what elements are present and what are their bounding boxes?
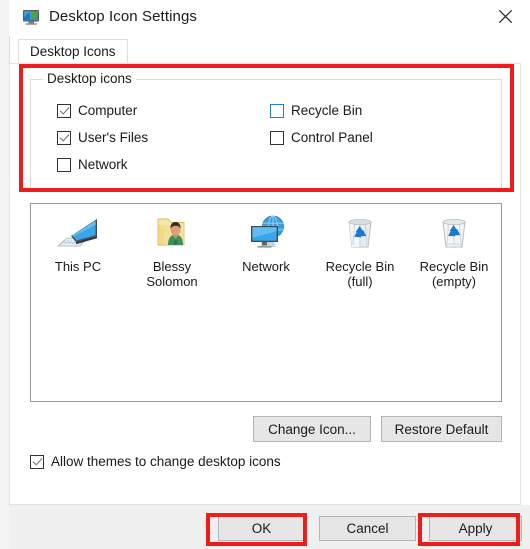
computer-label: Computer (78, 103, 138, 118)
preview-label-network: Network (242, 259, 290, 274)
title-bar: Desktop Icon Settings (9, 0, 530, 36)
preview-item-this-pc[interactable]: This PC (31, 210, 125, 289)
preview-item-recycle-bin-full[interactable]: Recycle Bin (full) (313, 210, 407, 289)
recycle-bin-full-icon (336, 210, 384, 256)
preview-label-recycle-bin-full: Recycle Bin (full) (325, 259, 395, 289)
close-icon[interactable] (483, 0, 527, 32)
tab-strip: Desktop Icons (9, 36, 530, 65)
network-label: Network (78, 157, 128, 172)
icon-preview-panel[interactable]: This PC Blessy Solomon Network Recycle B… (30, 203, 502, 402)
preview-item-user-folder[interactable]: Blessy Solomon (125, 210, 219, 289)
dialog-footer: OK Cancel Apply (9, 505, 530, 549)
preview-label-user-folder: Blessy Solomon (146, 259, 198, 289)
allow-themes-checkbox[interactable] (30, 454, 44, 469)
desktop-icons-groupbox: Desktop icons Computer User's Files Netw… (30, 71, 502, 189)
network-icon (242, 210, 290, 256)
computer-checkbox[interactable] (57, 103, 71, 118)
preview-item-recycle-bin-empty[interactable]: Recycle Bin (empty) (407, 210, 501, 289)
preview-label-this-pc: This PC (54, 259, 102, 274)
recycle-bin-checkbox[interactable] (270, 103, 284, 118)
window-title: Desktop Icon Settings (49, 8, 198, 25)
icon-preview-list: This PC Blessy Solomon Network Recycle B… (31, 210, 503, 289)
allow-themes-checkbox-row[interactable]: Allow themes to change desktop icons (30, 454, 281, 469)
preview-label-recycle-bin-empty: Recycle Bin (empty) (419, 259, 489, 289)
checkbox-row-recycle-bin[interactable]: Recycle Bin (270, 103, 362, 118)
users-files-checkbox[interactable] (57, 130, 71, 145)
desktop-icon-settings-dialog: Desktop Icon Settings Desktop Icons Desk… (0, 0, 530, 549)
ok-button[interactable]: OK (218, 516, 305, 541)
change-icon-button[interactable]: Change Icon... (253, 416, 371, 442)
network-checkbox[interactable] (57, 157, 71, 172)
tab-desktop-icons[interactable]: Desktop Icons (18, 39, 128, 65)
recycle-bin-empty-icon (430, 210, 478, 256)
user-folder-icon (148, 210, 196, 256)
cancel-button[interactable]: Cancel (319, 516, 416, 541)
groupbox-legend: Desktop icons (43, 71, 136, 86)
checkbox-row-network[interactable]: Network (57, 157, 128, 172)
recycle-bin-label: Recycle Bin (291, 103, 363, 118)
users-files-label: User's Files (78, 130, 149, 145)
apply-button[interactable]: Apply (429, 516, 522, 541)
this-pc-icon (54, 210, 102, 256)
checkbox-row-control-panel[interactable]: Control Panel (270, 130, 373, 145)
display-monitor-icon (22, 9, 41, 26)
checkbox-row-users-files[interactable]: User's Files (57, 130, 148, 145)
preview-item-network[interactable]: Network (219, 210, 313, 289)
tab-page-desktop-icons: Desktop icons Computer User's Files Netw… (9, 63, 521, 505)
control-panel-label: Control Panel (291, 130, 373, 145)
allow-themes-label: Allow themes to change desktop icons (51, 454, 281, 469)
checkbox-row-computer[interactable]: Computer (57, 103, 137, 118)
control-panel-checkbox[interactable] (270, 130, 284, 145)
restore-default-button[interactable]: Restore Default (381, 416, 502, 442)
